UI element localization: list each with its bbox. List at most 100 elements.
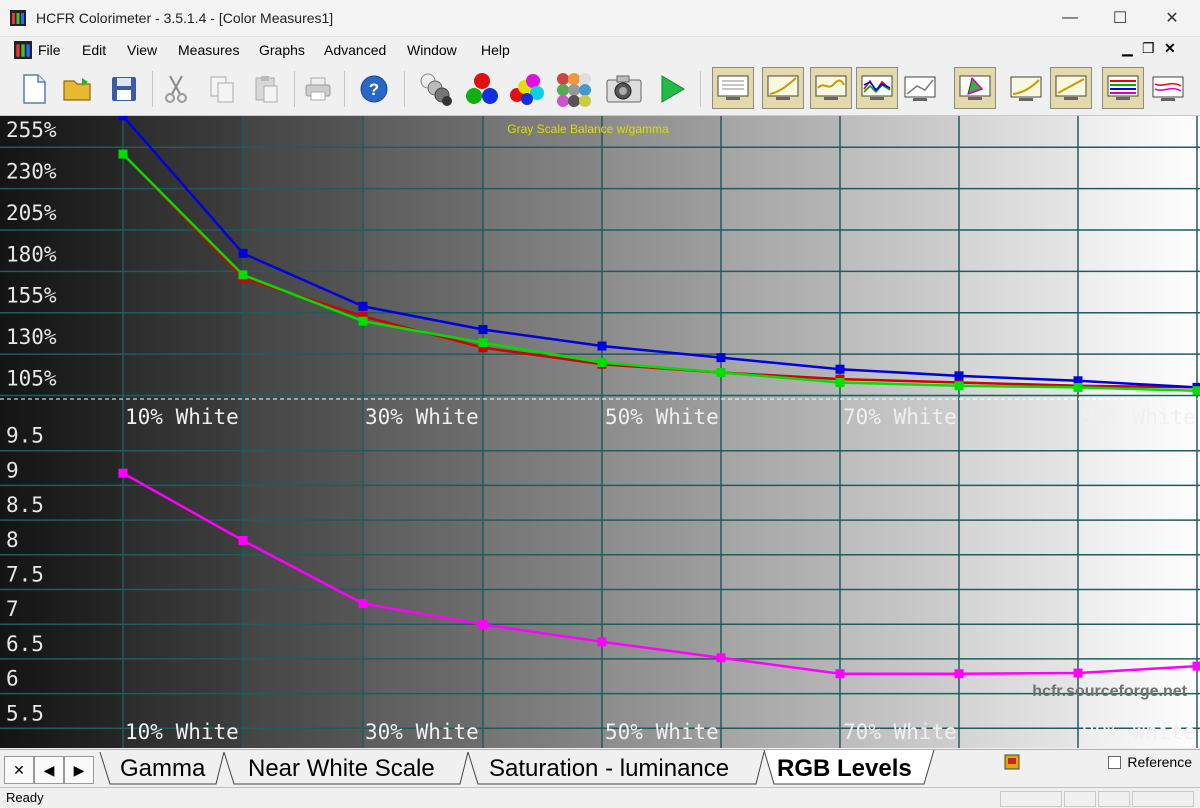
separator <box>700 71 701 107</box>
x-tick-label: 90% White <box>1082 405 1196 429</box>
close-tab-button[interactable]: ✕ <box>4 756 34 784</box>
toolbar: ? <box>0 63 1200 116</box>
y-tick-label: 205% <box>6 201 57 225</box>
delta-e-series-point <box>955 669 964 678</box>
grayscale-measure-button[interactable] <box>416 69 456 109</box>
reference-toggle[interactable]: Reference <box>1108 754 1192 770</box>
rgb-levels-graph-button[interactable] <box>856 67 898 109</box>
copy-button[interactable] <box>202 69 242 109</box>
grayscale-band <box>959 116 1078 748</box>
gamma-graph-icon <box>766 73 800 103</box>
saturation-luminance-button[interactable] <box>1102 67 1144 109</box>
x-tick-label: 50% White <box>605 720 719 744</box>
y-tick-label: 105% <box>6 366 57 390</box>
menu-measures[interactable]: Measures <box>178 42 239 58</box>
secondaries-measure-button[interactable] <box>508 69 548 109</box>
tab-gamma[interactable]: Gamma <box>120 755 205 783</box>
color-comparator-icon <box>1151 74 1185 104</box>
green-series-point <box>1193 386 1200 395</box>
separator <box>404 71 405 107</box>
blue-series-point <box>836 365 845 374</box>
grayscale-band <box>721 116 840 748</box>
luminance-graph-button[interactable] <box>810 67 852 109</box>
new-icon <box>20 73 48 105</box>
open-button[interactable] <box>58 69 98 109</box>
y-tick-label: 6 <box>6 667 19 691</box>
separator <box>294 71 295 107</box>
x-tick-label: 50% White <box>605 405 719 429</box>
color-temp-graph-button[interactable] <box>900 69 940 109</box>
near-black-button[interactable] <box>1006 69 1046 109</box>
green-series-point <box>479 338 488 347</box>
reference-checkbox[interactable] <box>1108 756 1121 769</box>
menu-window[interactable]: Window <box>407 42 457 58</box>
separator <box>152 71 153 107</box>
y-tick-label: 180% <box>6 242 57 266</box>
title-bar: HCFR Colorimeter - 3.5.1.4 - [Color Meas… <box>0 0 1200 37</box>
tab-near-white-scale[interactable]: Near White Scale <box>248 755 435 783</box>
watermark: hcfr.sourceforge.net <box>1032 683 1187 700</box>
menu-advanced[interactable]: Advanced <box>324 42 386 58</box>
menu-bar: File Edit View Measures Graphs Advanced … <box>0 37 1200 63</box>
blue-series-point <box>359 302 368 311</box>
scroll-left-button[interactable]: ◀ <box>34 756 64 784</box>
open-icon <box>62 75 94 103</box>
mdi-close-icon[interactable]: ✕ <box>1164 40 1176 57</box>
help-button[interactable]: ? <box>354 69 394 109</box>
blue-series-point <box>479 325 488 334</box>
green-series-point <box>717 368 726 377</box>
play-icon <box>656 73 688 105</box>
delta-e-series-point <box>239 536 248 545</box>
y-tick-label: 7.5 <box>6 563 44 587</box>
menu-view[interactable]: View <box>127 42 157 58</box>
main-view-button[interactable] <box>712 67 754 109</box>
menu-file[interactable]: File <box>38 42 61 58</box>
print-button[interactable] <box>298 69 338 109</box>
tab-rgb-levels[interactable]: RGB Levels <box>777 755 912 783</box>
delta-e-series-point <box>1193 662 1200 671</box>
paste-button[interactable] <box>246 69 286 109</box>
cut-button[interactable] <box>156 69 196 109</box>
menu-help[interactable]: Help <box>481 42 510 58</box>
close-icon: ✕ <box>13 762 25 779</box>
green-series-point <box>955 381 964 390</box>
minimize-button[interactable]: — <box>1044 0 1096 36</box>
delta-e-series-point <box>119 469 128 478</box>
y-tick-label: 5.5 <box>6 701 44 725</box>
mdi-minimize-icon[interactable]: ▁ <box>1122 40 1133 57</box>
green-series-point <box>598 358 607 367</box>
primaries-measure-button[interactable] <box>462 69 502 109</box>
gamma-graph-button[interactable] <box>762 67 804 109</box>
tab-strip: ✕ ◀ ▶ Gamma Near White Scale Saturation … <box>0 749 1200 787</box>
camera-button[interactable] <box>604 69 644 109</box>
blue-series-point <box>119 116 128 121</box>
print-icon <box>303 75 333 103</box>
cie-chart-button[interactable] <box>954 67 996 109</box>
maximize-button[interactable]: ☐ <box>1094 0 1146 36</box>
y-tick-label: 6.5 <box>6 632 44 656</box>
y-tick-label: 230% <box>6 160 57 184</box>
near-white-button[interactable] <box>1050 67 1092 109</box>
menu-edit[interactable]: Edit <box>82 42 106 58</box>
status-panel <box>1132 791 1194 807</box>
color-comparator-button[interactable] <box>1148 69 1188 109</box>
delta-e-series-point <box>359 599 368 608</box>
window-title: HCFR Colorimeter - 3.5.1.4 - [Color Meas… <box>36 10 333 26</box>
save-button[interactable] <box>104 69 144 109</box>
tab-saturation-luminance[interactable]: Saturation - luminance <box>489 755 729 783</box>
play-button[interactable] <box>652 69 692 109</box>
document-icon[interactable] <box>14 41 32 59</box>
near-black-icon <box>1009 74 1043 104</box>
close-button[interactable]: ✕ <box>1146 0 1198 36</box>
delta-e-series-point <box>479 620 488 629</box>
color-checker-button[interactable] <box>554 69 594 109</box>
y-tick-label: 9 <box>6 458 19 482</box>
new-button[interactable] <box>14 69 54 109</box>
scroll-right-button[interactable]: ▶ <box>64 756 94 784</box>
menu-graphs[interactable]: Graphs <box>259 42 305 58</box>
cie-chart-icon <box>958 73 992 103</box>
x-tick-label: 90% White <box>1082 720 1196 744</box>
mdi-restore-icon[interactable]: ❐ <box>1142 40 1155 57</box>
near-white-icon <box>1054 73 1088 103</box>
delta-e-series-point <box>598 637 607 646</box>
